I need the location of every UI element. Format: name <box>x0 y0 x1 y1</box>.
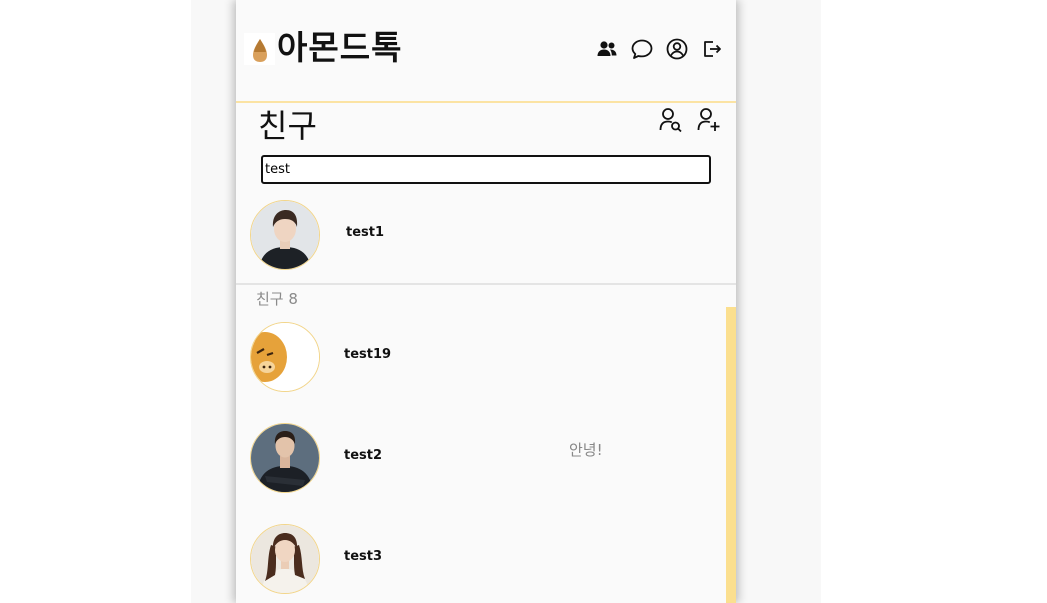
search-result-item[interactable]: test1 <box>236 200 736 274</box>
avatar <box>250 322 320 392</box>
add-friend-icon[interactable] <box>696 106 722 134</box>
avatar <box>250 200 320 270</box>
search-friend-icon[interactable] <box>658 106 684 134</box>
avatar <box>250 524 320 594</box>
friend-name: test2 <box>344 448 383 463</box>
friend-name: test3 <box>344 549 383 564</box>
scrollbar-thumb[interactable] <box>726 307 736 603</box>
chat-icon[interactable] <box>630 37 654 61</box>
avatar <box>250 423 320 493</box>
friend-search-input[interactable] <box>261 155 711 184</box>
friend-list-item[interactable]: test3 <box>236 524 736 598</box>
friend-count-label: 친구 8 <box>256 290 298 308</box>
section-divider <box>236 283 736 285</box>
friend-status-message: 안녕! <box>569 441 603 459</box>
friend-name: test1 <box>346 225 385 240</box>
friend-list-item[interactable]: test19 <box>236 322 736 396</box>
app-header: 아몬드톡 <box>236 0 736 103</box>
profile-icon[interactable] <box>665 37 689 61</box>
logout-icon[interactable] <box>700 37 724 61</box>
app-title: 아몬드톡 <box>277 28 403 67</box>
friend-name: test19 <box>344 347 392 362</box>
app-window: 아몬드톡 친구 test test1 친구 8 test19 test2 안녕!… <box>236 0 736 603</box>
friends-icon[interactable] <box>595 37 619 61</box>
almond-logo-icon[interactable] <box>244 33 275 65</box>
page-title: 친구 <box>258 107 317 145</box>
friend-list-item[interactable]: test2 안녕! <box>236 423 736 497</box>
